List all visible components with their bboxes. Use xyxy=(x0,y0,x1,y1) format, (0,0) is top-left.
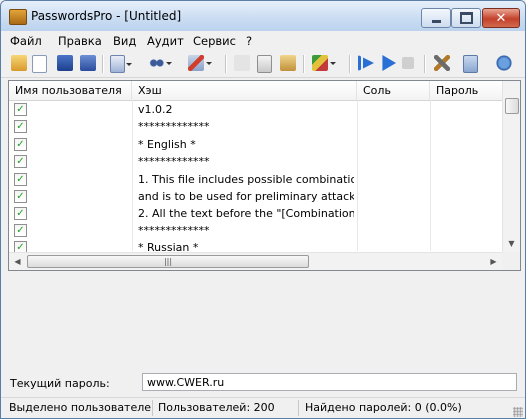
table-row[interactable]: * English * xyxy=(9,136,502,153)
current-password-field[interactable]: www.CWER.ru xyxy=(142,373,517,391)
status-bar: Выделено пользователей: 0 Пользователей:… xyxy=(1,397,525,418)
vertical-scrollbar[interactable]: ▼ xyxy=(502,81,520,252)
new-file-icon[interactable] xyxy=(32,55,47,73)
scroll-left-icon[interactable]: ◀ xyxy=(9,253,26,270)
hash-cell: 2. All the text before the "[Combination… xyxy=(138,207,354,220)
scroll-right-icon[interactable]: ▶ xyxy=(485,253,502,270)
app-icon xyxy=(9,9,27,25)
toolbar-separator xyxy=(225,55,227,73)
row-checkbox[interactable] xyxy=(14,103,27,116)
table-row[interactable]: 1. This file includes possible combinati… xyxy=(9,171,502,188)
open-folder-icon[interactable] xyxy=(11,55,27,71)
table-row[interactable]: 2. All the text before the "[Combination… xyxy=(9,205,502,222)
toolbar xyxy=(1,51,525,78)
menu-audit[interactable]: Аудит xyxy=(147,34,184,48)
column-header-salt[interactable]: Соль xyxy=(357,81,430,100)
menu-service[interactable]: Сервис xyxy=(193,34,236,48)
menu-edit[interactable]: Правка xyxy=(58,34,102,48)
stop-icon[interactable] xyxy=(402,57,414,69)
hash-cell: and is to be used for preliminary attack… xyxy=(138,190,354,203)
main-window: PasswordsPro - [Untitled] ✕ Файл Правка … xyxy=(0,0,526,419)
column-header-hash[interactable]: Хэш xyxy=(132,81,357,100)
settings-icon[interactable] xyxy=(463,55,478,73)
toolbar-separator xyxy=(303,55,305,73)
row-checkbox[interactable] xyxy=(14,138,27,151)
tools-icon[interactable] xyxy=(434,55,450,71)
hash-list[interactable]: Имя пользователя Хэш Соль Пароль v1.0.2 … xyxy=(8,80,521,271)
paste-icon[interactable] xyxy=(280,55,296,71)
table-row[interactable]: v1.0.2 xyxy=(9,101,502,118)
horizontal-scroll-thumb[interactable]: ||| xyxy=(27,255,309,268)
status-selected-users: Выделено пользователей: 0 xyxy=(5,400,153,416)
hash-cell: * English * xyxy=(138,138,196,151)
menu-view[interactable]: Вид xyxy=(113,34,136,48)
add-icon[interactable] xyxy=(257,55,272,73)
edit-icon[interactable] xyxy=(234,55,250,71)
vertical-scroll-thumb[interactable] xyxy=(505,98,519,114)
resize-grip[interactable] xyxy=(513,407,523,417)
minimize-button[interactable] xyxy=(421,8,451,28)
toolbar-separator xyxy=(349,55,351,73)
menu-file[interactable]: Файл xyxy=(10,34,42,48)
column-header-username[interactable]: Имя пользователя xyxy=(9,81,132,100)
status-found-passwords: Найдено паролей: 0 (0.0%) xyxy=(305,401,462,414)
title-bar[interactable]: PasswordsPro - [Untitled] ✕ xyxy=(1,1,525,31)
menu-bar: Файл Правка Вид Аудит Сервис ? xyxy=(1,31,525,50)
column-header-password[interactable]: Пароль xyxy=(430,81,502,100)
row-checkbox[interactable] xyxy=(14,120,27,133)
row-checkbox[interactable] xyxy=(14,190,27,203)
hash-cell: ************* xyxy=(138,224,210,237)
row-checkbox[interactable] xyxy=(14,155,27,168)
hash-cell: ************* xyxy=(138,155,210,168)
save-icon[interactable] xyxy=(57,55,73,71)
row-checkbox[interactable] xyxy=(14,173,27,186)
horizontal-scrollbar[interactable]: ◀ ||| ▶ xyxy=(9,252,502,270)
maximize-icon xyxy=(459,12,473,24)
copy-icon[interactable] xyxy=(110,55,132,73)
delete-icon[interactable] xyxy=(188,55,212,71)
table-row[interactable]: and is to be used for preliminary attack… xyxy=(9,188,502,205)
table-row[interactable]: ************* xyxy=(9,153,502,170)
maximize-button[interactable] xyxy=(451,8,481,28)
hash-cell: ************* xyxy=(138,120,210,133)
status-user-count: Пользователей: 200 xyxy=(154,400,299,416)
row-checkbox[interactable] xyxy=(14,224,27,237)
table-row[interactable]: ************* xyxy=(9,118,502,135)
wand-icon[interactable] xyxy=(312,55,336,71)
find-icon[interactable] xyxy=(148,55,172,71)
list-header: Имя пользователя Хэш Соль Пароль xyxy=(9,81,502,101)
save-all-icon[interactable] xyxy=(80,55,96,71)
toolbar-separator xyxy=(424,55,426,73)
hash-cell: 1. This file includes possible combinati… xyxy=(138,173,354,186)
scroll-down-icon[interactable]: ▼ xyxy=(503,235,520,252)
menu-help[interactable]: ? xyxy=(246,34,252,48)
play-icon[interactable] xyxy=(382,55,396,71)
hash-cell: v1.0.2 xyxy=(138,103,173,116)
current-password-label: Текущий пароль: xyxy=(10,377,110,390)
table-row[interactable]: ************* xyxy=(9,222,502,239)
close-icon: ✕ xyxy=(495,10,507,26)
minimize-icon xyxy=(431,20,441,23)
close-button[interactable]: ✕ xyxy=(482,8,520,28)
start-icon[interactable] xyxy=(358,55,374,71)
row-checkbox[interactable] xyxy=(14,207,27,220)
toolbar-separator xyxy=(102,55,104,73)
window-title: PasswordsPro - [Untitled] xyxy=(31,9,182,23)
help-icon[interactable] xyxy=(496,55,512,71)
scrollbar-corner xyxy=(502,252,520,270)
